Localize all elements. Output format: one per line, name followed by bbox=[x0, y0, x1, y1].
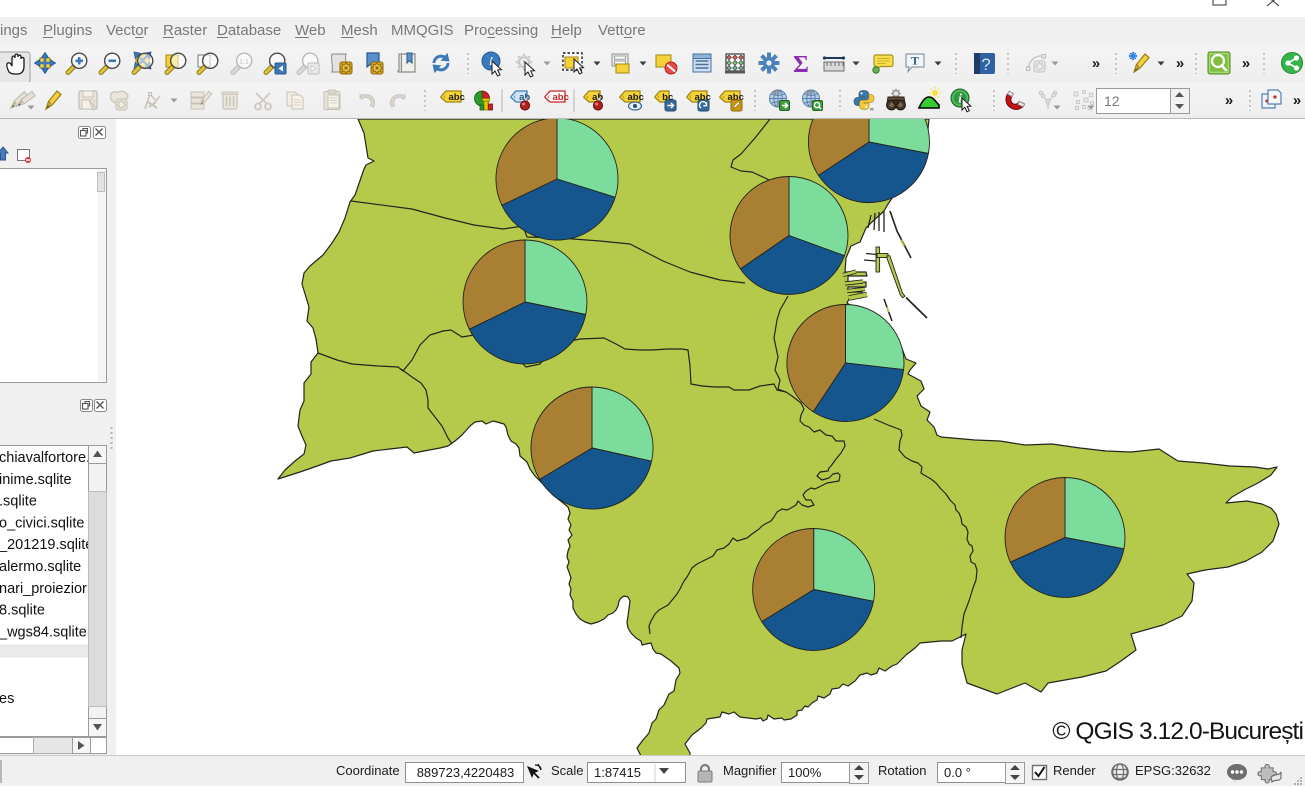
svg-text:es: es bbox=[0, 691, 14, 707]
svg-text:T: T bbox=[911, 54, 919, 68]
svg-text:Σ: Σ bbox=[793, 52, 809, 78]
svg-text:8.sqlite: 8.sqlite bbox=[0, 603, 45, 619]
svg-text:_201219.sqlite: _201219.sqlite bbox=[0, 537, 93, 553]
svg-text:1:1: 1:1 bbox=[239, 59, 249, 66]
svg-text:.sqlite: .sqlite bbox=[0, 494, 37, 510]
svg-text:chiavalfortore.: chiavalfortore. bbox=[0, 450, 90, 466]
svg-text:_wgs84.sqlite: _wgs84.sqlite bbox=[0, 624, 87, 640]
svg-text:alermo.sqlite: alermo.sqlite bbox=[0, 559, 81, 575]
svg-text:abc: abc bbox=[553, 92, 569, 103]
svg-text:»: » bbox=[1176, 55, 1184, 72]
svg-text:nari_proiezior: nari_proiezior bbox=[0, 581, 87, 597]
svg-text:© QGIS 3.12.0-București: © QGIS 3.12.0-București bbox=[1052, 718, 1303, 745]
svg-text:abc: abc bbox=[628, 92, 644, 103]
svg-text:inime.sqlite: inime.sqlite bbox=[0, 472, 72, 488]
svg-text:12: 12 bbox=[1104, 93, 1120, 109]
svg-text:»: » bbox=[1242, 55, 1250, 72]
svg-text:»: » bbox=[1092, 55, 1100, 72]
svg-text:abc: abc bbox=[449, 92, 465, 103]
svg-text:?: ? bbox=[981, 55, 990, 74]
svg-text:»: » bbox=[1293, 92, 1301, 109]
svg-text:o_civici.sqlite: o_civici.sqlite bbox=[0, 515, 84, 531]
svg-text:»: » bbox=[1225, 92, 1233, 109]
